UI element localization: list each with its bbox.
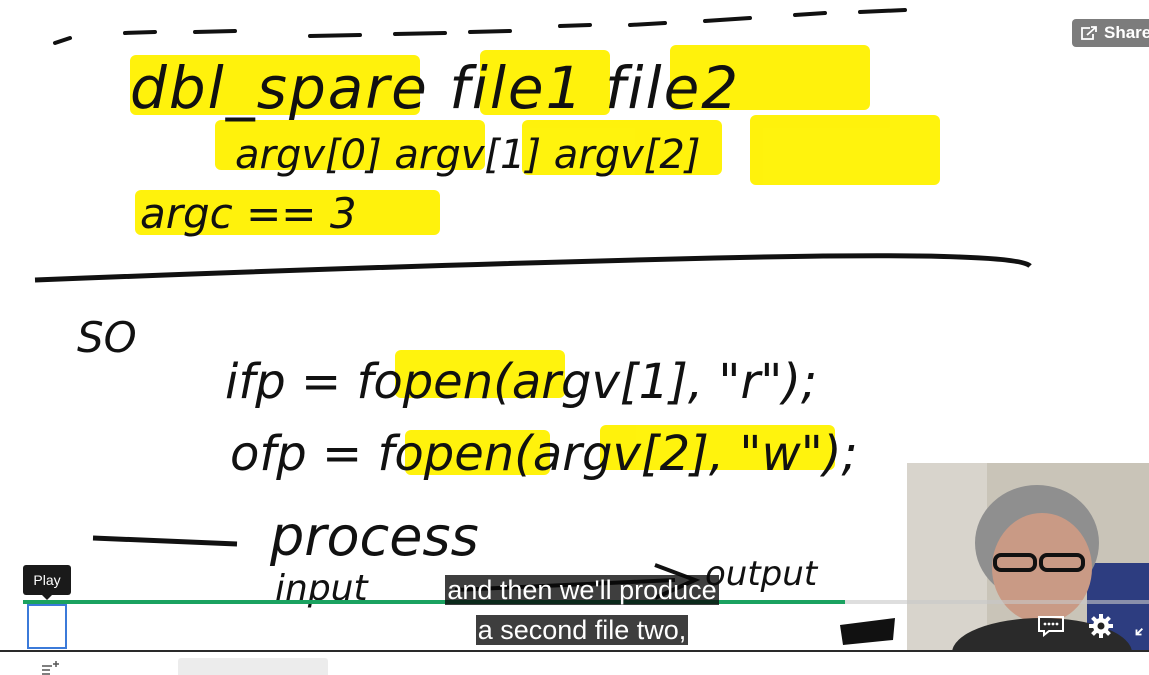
settings-button[interactable] [1086,611,1116,641]
play-button[interactable] [27,604,67,649]
share-label: Share [1104,23,1149,42]
bottom-tab[interactable] [178,658,328,675]
board-line-3: argc == 3 [140,189,357,238]
whiteboard-text: dbl_spare file1 file2 argv[0] argv[1] ar… [77,54,858,609]
duration: 4:50 [195,616,231,636]
play-tooltip: Play [23,565,71,600]
board-line-4: SO [77,313,137,362]
board-line-1: dbl_spare file1 file2 [130,54,740,122]
share-button[interactable]: Share [1072,19,1149,47]
progress-bar[interactable] [23,600,1149,604]
progress-fill [23,600,845,604]
volume-icon [79,617,101,635]
fullscreen-icon [1135,628,1143,636]
board-line-6: ofp = fopen(argv[2], "w"); [230,426,858,482]
fullscreen-button[interactable] [1134,614,1149,640]
board-line-9: output [705,554,819,594]
left-gutter [0,0,16,650]
captions-button[interactable] [1036,612,1066,640]
board-line-5: ifp = fopen(argv[1], "r"); [225,354,817,410]
share-icon [1081,26,1097,40]
captions-icon [1038,616,1064,637]
play-icon [40,617,55,636]
page-bottom-bar [0,650,1149,675]
time-separator: / [180,616,186,636]
video-player[interactable]: dbl_spare file1 file2 argv[0] argv[1] ar… [15,0,1149,650]
volume-button[interactable] [75,612,107,640]
add-note-icon[interactable] [40,660,60,675]
board-line-7: process [269,505,479,568]
current-time: 3:29 [134,616,170,636]
gear-icon [1089,614,1113,638]
board-line-2: argv[0] argv[1] argv[2] [235,132,700,178]
